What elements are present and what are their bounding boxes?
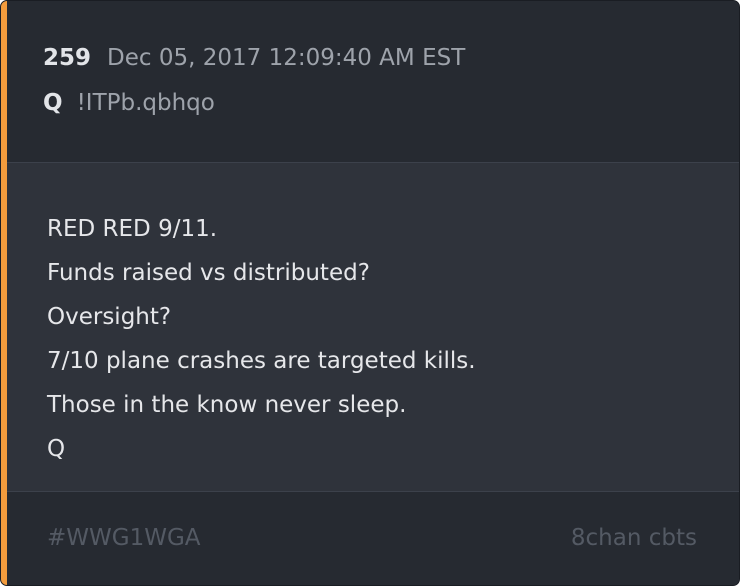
author-row: Q !ITPb.qbhqo [43,90,215,116]
post-line: RED RED 9/11. [47,216,218,242]
post-meta-row: 259 Dec 05, 2017 12:09:40 AM EST [43,45,465,71]
post-header: 259 Dec 05, 2017 12:09:40 AM EST Q !ITPb… [7,1,739,163]
post-number: 259 [43,45,92,71]
post-text: RED RED 9/11. Funds raised vs distribute… [47,207,476,471]
post-line: 7/10 plane crashes are targeted kills. [47,348,476,374]
source-label: 8chan cbts [570,525,697,551]
post-footer: #WWG1WGA 8chan cbts [7,491,739,585]
post-date: Dec 05, 2017 12:09:40 AM EST [107,45,466,71]
post-card: 259 Dec 05, 2017 12:09:40 AM EST Q !ITPb… [0,0,740,586]
author-name: Q [43,90,63,116]
post-body: RED RED 9/11. Funds raised vs distribute… [7,163,739,491]
hashtag-label: #WWG1WGA [47,525,201,551]
post-line: Q [47,436,66,462]
post-line: Oversight? [47,304,172,330]
tripcode: !ITPb.qbhqo [76,90,215,116]
post-line: Funds raised vs distributed? [47,260,370,286]
post-line: Those in the know never sleep. [47,392,407,418]
